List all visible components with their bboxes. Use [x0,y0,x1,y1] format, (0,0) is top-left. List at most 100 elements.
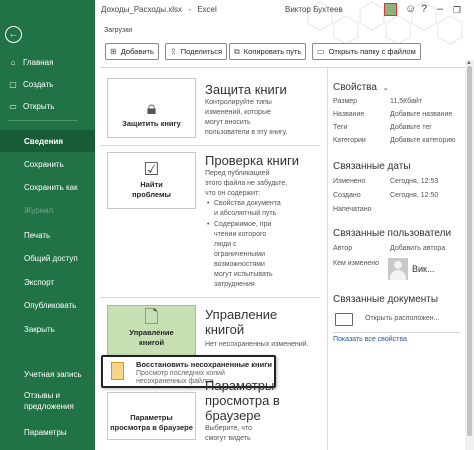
recover-title: Восстановить несохраненные книги [136,360,272,369]
show-all-properties-link[interactable]: Показать все свойства [333,336,407,343]
prop-key: Название [333,111,365,118]
folder-icon [335,313,353,326]
button-label: Управление [129,328,174,337]
prop-key: Автор [333,245,353,252]
scrollbar-thumb[interactable] [467,66,472,436]
pane-divider [327,68,328,450]
nav-export[interactable]: Экспорт [0,271,95,293]
nav-label: Главная [23,57,54,67]
prop-key: Кем изменено [333,260,380,267]
browser-desc: Выберите, что смогут видеть [205,425,252,442]
add-button[interactable]: ⊞ Добавить [105,43,159,60]
prop-key: Категории [333,137,366,144]
nav-label: Закрыть [24,324,55,334]
nav-label: Общий доступ [24,253,78,263]
prop-key: Изменено [333,178,366,185]
prop-key: Размер [333,98,358,105]
home-icon: ⌂ [10,57,16,67]
nav-new[interactable]: ▢ Создать [0,73,95,95]
file-name: Доходы_Расходы.xlsx [101,5,183,14]
nav-label: Открыть [23,101,55,111]
prop-value: Сегодня, 12:50 [390,192,439,199]
open-folder-button[interactable]: ▭ Открыть папку с файлом [312,43,421,60]
nav-close[interactable]: Закрыть [0,318,95,340]
nav-options[interactable]: Параметры [0,421,95,443]
protect-desc: Контролируйте типы изменений, которые мо… [205,99,288,136]
recover-file-icon [111,362,124,380]
share-button[interactable]: ⇪ Поделиться [165,43,228,60]
button-label: Поделиться [180,47,223,56]
nav-publish[interactable]: Опубликовать [0,294,95,316]
button-label: Защитить книгу [122,119,181,128]
nav-save-as[interactable]: Сохранить как [0,176,95,198]
back-arrow-icon[interactable]: ← [5,26,22,43]
category-field[interactable]: Добавьте категорию [390,137,456,144]
nav-label: Сохранить [24,159,64,169]
title-field[interactable]: Добавьте название [390,111,452,118]
nav-label: Опубликовать [24,300,77,310]
nav-label: Отзывы и предложения [24,391,74,411]
inspect-title: Проверка книги [205,153,299,168]
document-title: Доходы_Расходы.xlsx - Excel [101,5,217,14]
protect-workbook-button[interactable]: 🔒︎ Защитить книгу [107,78,196,138]
share-icon: ⇪ [170,47,177,56]
nav-label: Учетная запись [24,369,82,379]
button-label: книгой [138,338,165,347]
nav-feedback[interactable]: Отзывы и предложения [0,387,90,415]
button-label: просмотра в браузере [110,423,193,432]
nav-print[interactable]: Печать [0,224,95,246]
browser-view-options-button[interactable]: Параметры просмотра в браузере [107,392,196,440]
nav-open[interactable]: ▭ Открыть [0,95,95,117]
open-file-location-link[interactable]: Открыть расположен... [365,315,440,322]
button-label: Добавить [120,47,154,56]
nav-share[interactable]: Общий доступ [0,247,95,269]
folder-icon: ▭ [317,47,325,56]
person-icon [388,258,408,280]
add-author-field[interactable]: Добавить автора [390,245,445,252]
manage-title: Управление книгой [205,307,278,337]
button-label: Открыть папку с файлом [328,47,416,56]
prop-value: Сегодня, 12:53 [390,178,439,185]
inspect-desc: Перед публикацией этого файла не забудьт… [205,170,288,197]
button-label: Копировать путь [243,47,302,56]
button-label: проблемы [132,190,171,199]
divider [100,297,320,298]
properties-header[interactable]: Свойства ⌄ [333,82,389,93]
nav-info[interactable]: Сведения [0,130,95,152]
manage-desc: Нет несохраненных изменений. [205,341,309,348]
nav-divider [8,120,78,121]
new-file-icon: ▢ [9,79,17,89]
related-dates-header: Связанные даты [333,161,411,172]
prop-key: Напечатано [333,206,372,213]
last-modified-by[interactable]: Вик... [412,264,434,274]
document-icon: 🗋︎ [144,307,159,327]
nav-label: Журнал [24,205,54,215]
button-label: Найти [140,180,163,189]
nav-label: Печать [24,230,51,240]
chevron-down-icon: ⌄ [382,85,389,92]
copy-path-button[interactable]: ⧉ Копировать путь [229,43,307,60]
location-label: Загрузки [104,27,133,34]
tags-field[interactable]: Добавьте тег [390,124,432,131]
related-people-header: Связанные пользователи [333,228,452,239]
nav-history: Журнал [0,199,95,221]
inspect-bullet: Свойства документа и абсолютный путь [207,199,281,219]
add-icon: ⊞ [110,47,117,56]
nav-label: Сохранить как [24,182,78,192]
app-name: Excel [197,5,217,14]
title-separator: - [188,5,191,14]
divider [100,145,320,146]
lock-icon: 🔒︎ [146,98,157,118]
related-docs-header: Связанные документы [333,294,439,305]
check-issues-button[interactable]: ☑ Найти проблемы [107,152,196,209]
nav-home[interactable]: ⌂ Главная [0,51,95,73]
nav-label: Параметры [24,427,67,437]
nav-account[interactable]: Учетная запись [0,363,95,385]
inspect-bullet: Содержимое, при чтении которого люди с о… [207,220,273,290]
button-label: Параметры [130,413,173,422]
open-folder-icon: ▭ [9,101,17,111]
browser-title: Параметры просмотра в браузере [205,378,280,423]
manage-workbook-button[interactable]: 🗋︎ Управление книгой [107,305,196,357]
nav-save[interactable]: Сохранить [0,153,95,175]
prop-key: Создано [333,192,361,199]
